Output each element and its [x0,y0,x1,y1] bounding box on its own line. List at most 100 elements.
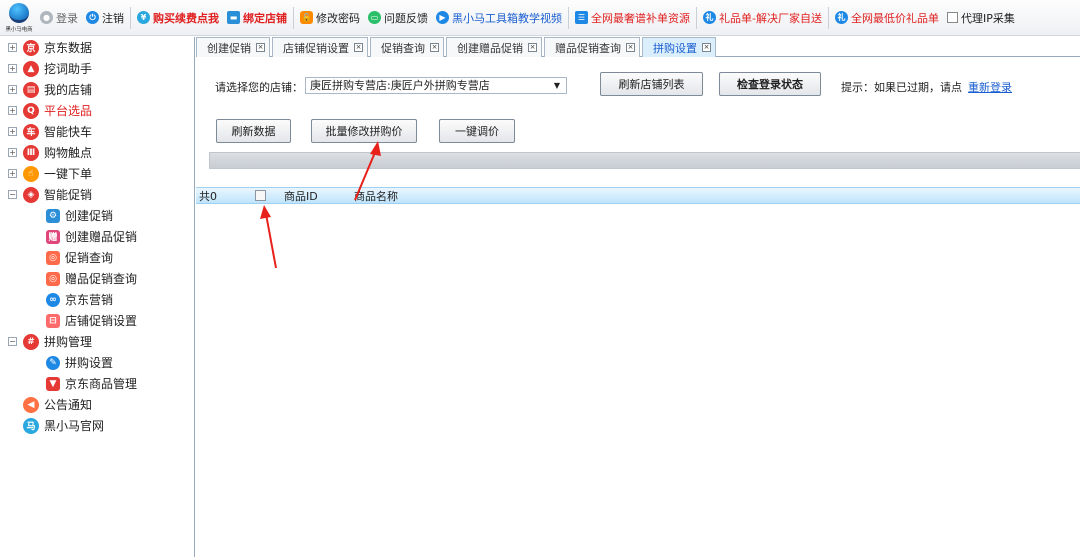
tree-item-gift-promotion-query[interactable]: ◎ 赠品促销查询 [0,268,194,289]
gear-icon: ⚙ [46,208,60,223]
proxy-ip-checkbox[interactable]: 代理IP采集 [943,0,1019,35]
expand-icon[interactable]: + [8,106,17,115]
close-icon[interactable]: × [354,43,363,52]
tree-item-create-promotion[interactable]: ⚙ 创建促销 [0,205,194,226]
gift-icon: 礼 [703,11,716,24]
checkbox-icon [946,12,958,23]
gift-order-link[interactable]: 礼 礼品单-解决厂家自送 [699,0,826,35]
hint-text: 提示：如果已过期，请点 [841,81,962,94]
mountain-icon: ▲ [23,60,39,77]
tree-item-store-promotion-settings[interactable]: ⊟ 店铺促销设置 [0,310,194,331]
tree-item-one-click-order[interactable]: + ☝ 一键下单 [0,163,194,184]
tab-create-gift-promotion[interactable]: 创建赠品促销 × [446,37,542,57]
logo-text: 黑小马电商 [5,25,33,33]
change-password-button[interactable]: 🔓 修改密码 [296,0,364,35]
bind-store-button[interactable]: ▬ 绑定店铺 [223,0,291,35]
nav-tree: + 京 京东数据 + ▲ 挖词助手 + ▤ 我的店铺 + Q 平台选品 + 车 … [0,37,195,557]
select-all-checkbox[interactable] [255,190,266,201]
tree-item-smart-promotion[interactable]: − ◈ 智能促销 [0,184,194,205]
list-icon: ☰ [575,11,588,24]
car-icon: 车 [23,123,39,140]
tree-item-smart-express[interactable]: + 车 智能快车 [0,121,194,142]
expand-icon[interactable]: + [8,148,17,157]
expand-icon[interactable]: + [8,43,17,52]
tree-item-group-buy-management[interactable]: − # 拼购管理 [0,331,194,352]
speaker-icon: ◀ [23,396,39,413]
toolbar-divider [568,6,569,29]
expand-icon[interactable]: + [8,169,17,178]
tab-bar: 创建促销 × 店铺促销设置 × 促销查询 × 创建赠品促销 × 赠品促销查询 ×… [196,37,1080,57]
expand-icon[interactable]: + [8,127,17,136]
close-icon[interactable]: × [702,43,711,52]
close-icon[interactable]: × [256,43,265,52]
check-login-status-button[interactable]: 检查登录状态 [719,72,821,96]
close-icon[interactable]: × [430,43,439,52]
grid-icon: # [23,333,39,350]
settings-icon: ⊟ [46,313,60,328]
refresh-data-button[interactable]: 刷新数据 [216,119,291,143]
chat-icon: ▭ [368,11,381,24]
collapse-icon[interactable]: − [8,337,17,346]
user-icon: ● [40,11,53,24]
top-toolbar: 黑小马电商 ● 登录 ⏻ 注销 ¥ 购买续费点我 ▬ 绑定店铺 🔓 修改密码 ▭… [0,0,1080,36]
store-select[interactable]: 庚匠拼购专营店:庚匠户外拼购专营店 ▼ [305,77,567,94]
query-icon: ◎ [46,271,60,286]
purchase-renew-button[interactable]: ¥ 购买续费点我 [133,0,223,35]
refresh-store-list-button[interactable]: 刷新店铺列表 [600,72,703,96]
app-logo: 黑小马电商 [2,0,36,35]
feedback-button[interactable]: ▭ 问题反馈 [364,0,432,35]
power-icon: ⏻ [86,11,99,24]
coin-icon: ¥ [137,11,150,24]
close-icon[interactable]: × [626,43,635,52]
search-icon: Q [23,102,39,119]
order-resource-link[interactable]: ☰ 全网最奢谱补单资源 [571,0,694,35]
tree-item-promotion-query[interactable]: ◎ 促销查询 [0,247,194,268]
close-icon[interactable]: × [528,43,537,52]
horse-icon: 马 [23,417,39,434]
toolbar-divider [293,6,294,29]
gift-icon: 赠 [46,229,60,244]
collapse-icon[interactable]: − [8,190,17,199]
chart-icon: 京 [23,39,39,56]
tab-group-buy-settings[interactable]: 拼购设置 × [642,37,716,57]
logout-button[interactable]: ⏻ 注销 [82,0,128,35]
tab-create-promotion[interactable]: 创建促销 × [196,37,270,57]
tree-item-jd-data[interactable]: + 京 京东数据 [0,37,194,58]
tab-promotion-query[interactable]: 促销查询 × [370,37,444,57]
store-label: 请选择您的店铺： [215,81,303,94]
store-icon: ▬ [227,11,240,24]
play-icon: ▶ [436,11,449,24]
tree-item-official-site[interactable]: 马 黑小马官网 [0,415,194,436]
group-buy-settings-panel: 请选择您的店铺： 庚匠拼购专营店:庚匠户外拼购专营店 ▼ 刷新店铺列表 检查登录… [196,58,1080,557]
expand-icon[interactable]: + [8,85,17,94]
login-button[interactable]: ● 登录 [36,0,82,35]
tree-item-announcements[interactable]: ◀ 公告通知 [0,394,194,415]
row-count: 共0 [199,189,217,203]
column-header-product-name: 商品名称 [354,189,398,203]
tree-item-my-store[interactable]: + ▤ 我的店铺 [0,79,194,100]
tree-item-product-selection[interactable]: + Q 平台选品 [0,100,194,121]
wrench-icon: ✎ [46,355,60,370]
tutorial-video-link[interactable]: ▶ 黑小马工具箱教学视频 [432,0,566,35]
expand-icon[interactable]: + [8,64,17,73]
batch-modify-price-button[interactable]: 批量修改拼购价 [311,119,417,143]
tab-store-promotion-settings[interactable]: 店铺促销设置 × [272,37,368,57]
tree-item-create-gift-promotion[interactable]: 赠 创建赠品促销 [0,226,194,247]
shirt-icon: ▼ [46,376,60,391]
tree-item-keyword-helper[interactable]: + ▲ 挖词助手 [0,58,194,79]
infinity-icon: ∞ [46,292,60,307]
hand-icon: ☝ [23,165,39,182]
column-header-product-id: 商品ID [284,189,318,203]
cheap-gift-link[interactable]: 礼 全网最低价礼品单 [831,0,943,35]
tab-gift-promotion-query[interactable]: 赠品促销查询 × [544,37,640,57]
tree-item-group-buy-settings[interactable]: ✎ 拼购设置 [0,352,194,373]
toolbar-divider [130,6,131,29]
grid-header: 共0 商品ID 商品名称 [196,187,1080,204]
tree-item-jd-marketing[interactable]: ∞ 京东营销 [0,289,194,310]
bars-icon: Ⅲ [23,144,39,161]
store-icon: ▤ [23,81,39,98]
tree-item-jd-product-management[interactable]: ▼ 京东商品管理 [0,373,194,394]
tree-item-touchpoint[interactable]: + Ⅲ 购物触点 [0,142,194,163]
relogin-link[interactable]: 重新登录 [968,79,1012,95]
one-click-adjust-button[interactable]: 一键调价 [439,119,515,143]
